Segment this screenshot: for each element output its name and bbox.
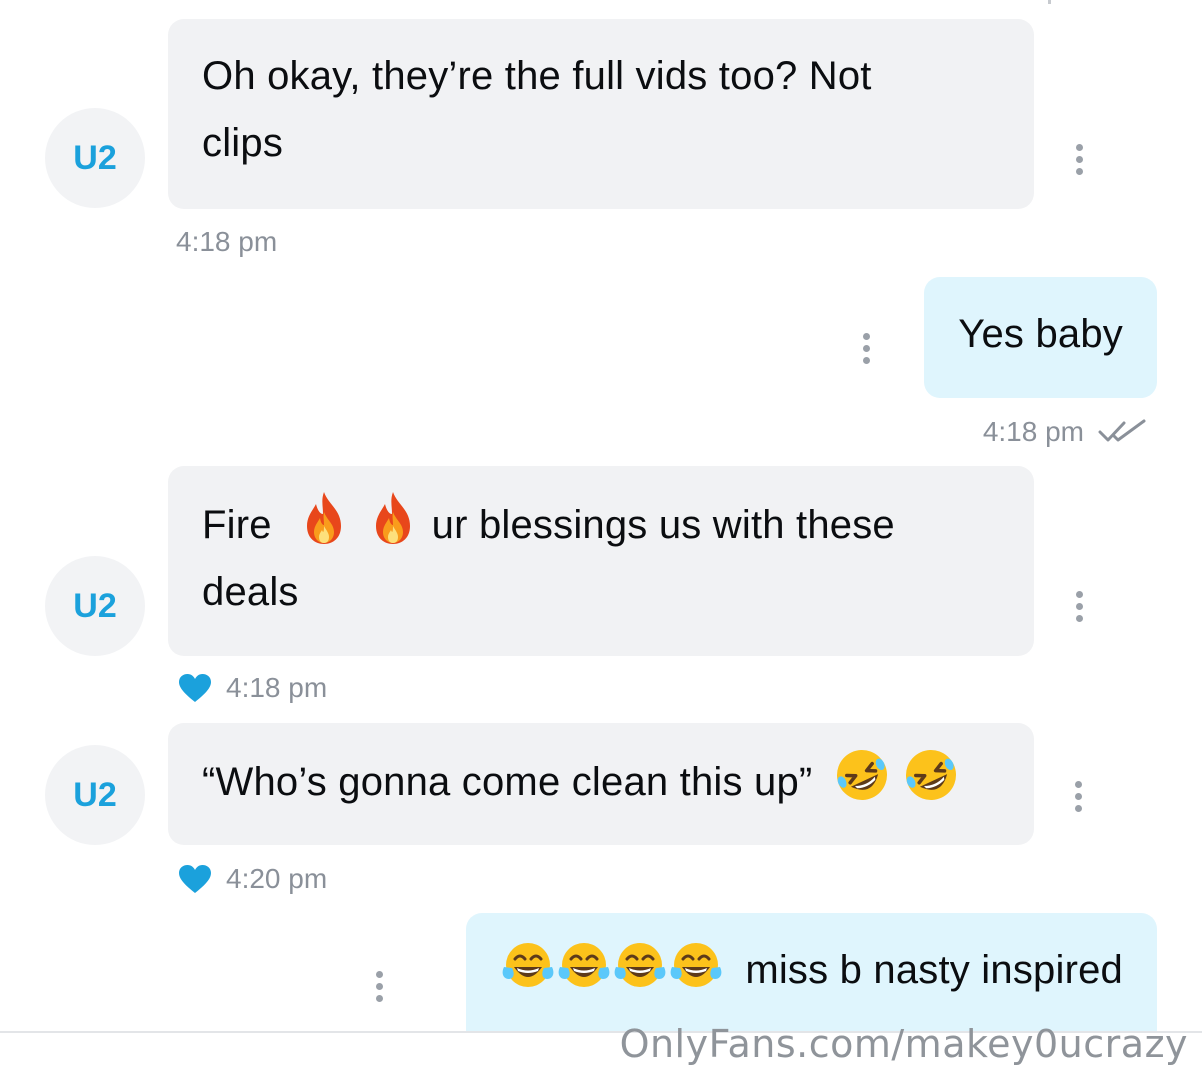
message-timestamp: 4:18 pm [176,226,277,258]
top-edge-mark [1048,0,1051,4]
message-bubble-incoming[interactable]: Oh okay, they’re the full vids too? Not … [168,19,1034,209]
message-text-line-1: Fire ur blessings us with these [202,490,1000,559]
liked-heart-icon[interactable] [178,673,212,703]
message-bubble-outgoing[interactable]: miss b nasty inspired [465,913,1157,1031]
message-text: “Who’s gonna come clean this up” [202,760,813,804]
message-text-line-2: deals [202,570,299,614]
message-text-suffix: ur blessings us with these [431,503,895,547]
sender-avatar[interactable]: U2 [45,108,145,208]
message-bubble-outgoing[interactable]: Yes baby [924,277,1157,398]
watermark: OnlyFans.com/makey0ucrazy [619,1022,1188,1066]
double-check-icon [1098,419,1146,442]
avatar-initials: U2 [73,586,117,625]
tears-of-joy-icon [502,943,554,987]
message-timestamp: 4:18 pm [178,672,327,704]
message-text-line-2: clips [202,121,284,165]
message-options-icon[interactable] [1074,144,1084,175]
message-options-icon[interactable] [374,971,384,1002]
message-options-icon[interactable] [1074,591,1084,622]
message-options-icon[interactable] [1073,781,1083,812]
message-text: Yes baby [958,312,1123,356]
avatar-initials: U2 [73,138,117,177]
fire-icon [376,492,411,544]
rofl-icon [836,750,887,800]
timestamp-text: 4:18 pm [176,226,278,257]
tears-of-joy-icon [558,943,610,987]
message-timestamp: 4:20 pm [178,863,327,895]
message-timestamp: 4:18 pm [983,416,1148,448]
tears-of-joy-icon [670,943,722,987]
liked-heart-icon[interactable] [178,864,212,894]
rofl-icon [906,750,957,800]
timestamp-text: 4:20 pm [226,863,328,894]
sender-avatar[interactable]: U2 [45,745,145,845]
sender-avatar[interactable]: U2 [45,556,145,656]
message-options-icon[interactable] [861,333,871,364]
fire-icon [307,492,342,544]
message-bubble-incoming[interactable]: Fire ur blessings us with these deals [168,466,1034,656]
avatar-initials: U2 [73,775,117,814]
chat-thread: U2 Oh okay, they’re the full vids too? N… [0,0,1202,1080]
message-text-prefix: Fire [202,503,272,547]
message-text-line-1: Oh okay, they’re the full vids too? Not [202,54,872,98]
timestamp-text: 4:18 pm [982,416,1084,447]
timestamp-text: 4:18 pm [226,672,328,703]
message-bubble-incoming[interactable]: “Who’s gonna come clean this up” [168,723,1034,845]
message-text: miss b nasty inspired [745,948,1123,992]
tears-of-joy-icon [614,943,666,987]
